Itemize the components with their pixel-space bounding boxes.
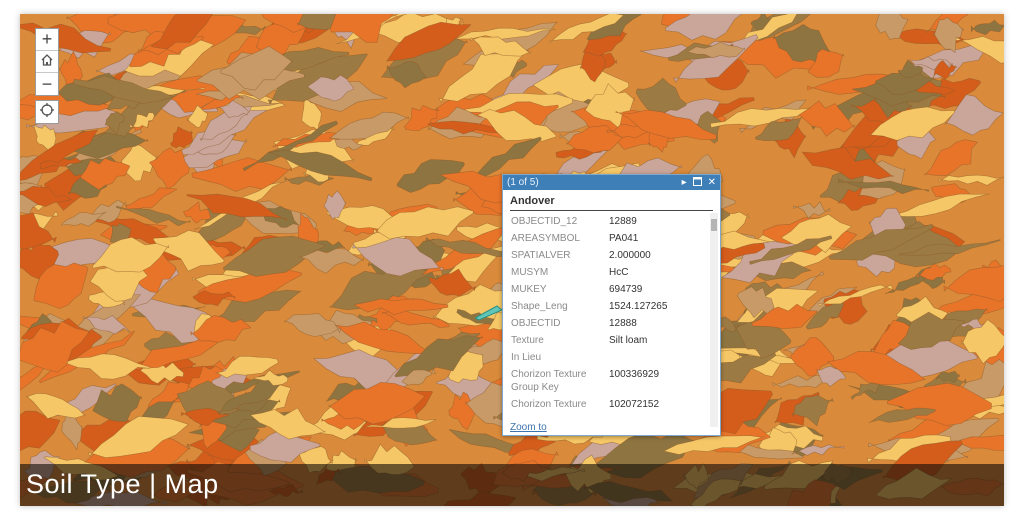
attribute-row: Shape_Leng 1524.127265 (503, 298, 708, 315)
popup-pointer (473, 302, 503, 327)
attribute-name: SPATIALVER (511, 250, 571, 261)
locate-icon (39, 102, 55, 123)
attribute-value: HcC (609, 267, 629, 278)
attribute-value: 100336929 (609, 369, 660, 380)
zoom-out-button[interactable]: − (36, 73, 58, 95)
attribute-row: AREASYMBOL PA041 (503, 230, 708, 247)
locate-button[interactable] (35, 100, 59, 124)
attribute-name: Chorizon Texture (511, 399, 587, 410)
popup-title: Andover (510, 195, 713, 211)
zoom-controls: + − (35, 28, 59, 96)
next-feature-icon[interactable]: ▸ (682, 177, 687, 188)
attribute-row: Chorizon Texture Group Key 100336929 (503, 366, 708, 396)
attribute-name: In Lieu (511, 352, 542, 363)
attribute-name: OBJECTID_12 (511, 216, 578, 227)
attribute-row: OBJECTID_12 12889 (503, 213, 708, 230)
home-button[interactable] (36, 51, 58, 73)
attribute-value: 1524.127265 (609, 301, 668, 312)
zoom-to-link[interactable]: Zoom to (510, 422, 547, 433)
attribute-name: Shape_Leng (511, 301, 568, 312)
attribute-row: OBJECTID 12888 (503, 315, 708, 332)
maximize-icon[interactable] (692, 176, 702, 189)
attribute-value: 12888 (609, 318, 637, 329)
attribute-value: 12889 (609, 216, 637, 227)
attribute-row: MUSYM HcC (503, 264, 708, 281)
map-frame: + − (1 of 5) ▸ ✕ Andover OBJECTID_12 128… (20, 14, 1004, 506)
attribute-name: Chorizon Texture Group Key (511, 369, 587, 393)
attribute-row: Texture Silt loam (503, 332, 708, 349)
attribute-value: 2.000000 (609, 250, 651, 261)
attribute-name: MUSYM (511, 267, 549, 278)
attribute-value: 102072152 (609, 399, 660, 410)
close-icon[interactable]: ✕ (708, 177, 716, 188)
attribute-table: OBJECTID_12 12889 AREASYMBOL PA041 SPATIALVE… (503, 213, 708, 421)
attribute-row: MUKEY 694739 (503, 281, 708, 298)
attribute-name: OBJECTID (511, 318, 561, 329)
title-bar: Soil Type | Map (20, 464, 1004, 506)
attribute-row: SPATIALVER 2.000000 (503, 247, 708, 264)
feature-popup: (1 of 5) ▸ ✕ Andover OBJECTID_12 12889 ARE… (502, 174, 721, 436)
attribute-value: PA041 (609, 233, 639, 244)
scroll-thumb[interactable] (711, 219, 717, 231)
attribute-value: 694739 (609, 284, 643, 295)
attribute-name: MUKEY (511, 284, 547, 295)
attribute-name: AREASYMBOL (511, 233, 580, 244)
slide-title: Soil Type | Map (26, 469, 219, 499)
plus-icon: + (41, 29, 53, 49)
attribute-row: Chorizon Texture 102072152 (503, 396, 708, 413)
minus-icon: − (41, 73, 53, 94)
popup-header: (1 of 5) ▸ ✕ (503, 175, 720, 190)
popup-scrollbar[interactable] (710, 213, 718, 427)
attribute-value: Silt loam (609, 335, 648, 346)
home-icon (40, 51, 54, 72)
attribute-row: In Lieu (503, 349, 708, 366)
attribute-name: Texture (511, 335, 544, 346)
popup-pager: (1 of 5) (507, 177, 539, 188)
zoom-in-button[interactable]: + (36, 29, 58, 51)
